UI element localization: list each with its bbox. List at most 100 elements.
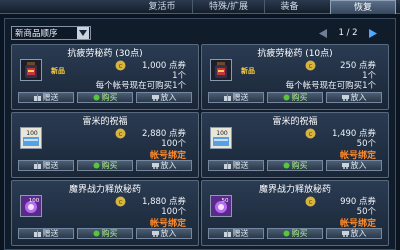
gift-icon [33, 94, 41, 101]
potion-icon[interactable] [210, 59, 232, 81]
item-card: 抗疲劳秘药 (10点) 新品 c 250 点券 1个 每个帐号现在可购买1个 赠… [201, 44, 389, 110]
chevron-down-icon[interactable] [77, 27, 89, 39]
buy-label: 购买 [291, 229, 308, 238]
gift-label: 赠送 [42, 93, 59, 102]
crystal-icon[interactable]: 50 [210, 195, 232, 217]
add-to-cart-button[interactable]: 放入 [136, 228, 192, 239]
icon-stack-count: 50 [222, 198, 229, 204]
svg-text:c: c [119, 198, 123, 206]
tab-equipment[interactable]: 装备 [264, 0, 314, 14]
add-label: 放入 [160, 229, 177, 238]
action-buttons: 赠送 购买 放入 [208, 160, 382, 171]
add-to-cart-button[interactable]: 放入 [326, 160, 382, 171]
gift-button[interactable]: 赠送 [18, 160, 74, 171]
buy-icon [93, 94, 99, 101]
prev-page-icon[interactable] [318, 28, 328, 38]
cash-coin-icon: c [305, 196, 316, 207]
cart-icon [151, 95, 159, 101]
cart-icon [151, 231, 159, 237]
buy-button[interactable]: 购买 [267, 92, 323, 103]
buy-button[interactable]: 购买 [77, 228, 133, 239]
add-to-cart-button[interactable]: 放入 [136, 160, 192, 171]
cart-icon [341, 95, 349, 101]
new-badge: 新品 [241, 67, 255, 75]
icon-stack-count: 100 [29, 198, 40, 204]
buy-icon [283, 94, 289, 101]
purchase-limit: 每个帐号现在可购买1个 [95, 81, 186, 91]
svg-text:c: c [309, 130, 313, 138]
scroll-icon[interactable]: 100 [20, 127, 42, 149]
buy-button[interactable]: 购买 [267, 228, 323, 239]
icon-stack-count: 100 [26, 130, 38, 137]
gift-button[interactable]: 赠送 [18, 92, 74, 103]
action-buttons: 赠送 购买 放入 [208, 228, 382, 239]
gift-label: 赠送 [232, 229, 249, 238]
add-label: 放入 [350, 229, 367, 238]
new-badge: 新品 [51, 67, 65, 75]
item-card: 魔界战力释放秘药 50 c 990 点券 50个 帐号绑定 赠送 购买 放入 [201, 180, 389, 246]
cart-icon [341, 231, 349, 237]
tab-special-expand[interactable]: 特殊/扩展 [192, 0, 264, 14]
add-to-cart-button[interactable]: 放入 [326, 228, 382, 239]
add-to-cart-button[interactable]: 放入 [326, 92, 382, 103]
buy-label: 购买 [291, 93, 308, 102]
page-indicator: 1 / 2 [338, 28, 358, 38]
buy-label: 购买 [291, 161, 308, 170]
buy-icon [93, 230, 99, 237]
add-label: 放入 [160, 161, 177, 170]
svg-text:c: c [119, 130, 123, 138]
cash-coin-icon: c [115, 60, 126, 71]
cash-coin-icon: c [305, 128, 316, 139]
category-tabbar: 复活币 特殊/扩展 装备 恢复 [0, 0, 400, 14]
sort-selected: 新商品顺序 [15, 29, 58, 39]
gift-icon [223, 94, 231, 101]
tab-recovery[interactable]: 恢复 [330, 0, 396, 14]
buy-label: 购买 [101, 93, 118, 102]
gift-icon [223, 230, 231, 237]
gift-label: 赠送 [232, 161, 249, 170]
buy-icon [93, 162, 99, 169]
cart-icon [151, 163, 159, 169]
icon-stack-count: 100 [216, 130, 228, 137]
cash-coin-icon: c [305, 60, 316, 71]
svg-text:c: c [119, 62, 123, 70]
sort-dropdown[interactable]: 新商品顺序 [11, 26, 91, 40]
cart-icon [341, 163, 349, 169]
buy-button[interactable]: 购买 [77, 160, 133, 171]
scroll-icon[interactable]: 100 [210, 127, 232, 149]
cash-coin-icon: c [115, 128, 126, 139]
potion-icon[interactable] [20, 59, 42, 81]
svg-text:c: c [309, 62, 313, 70]
next-page-icon[interactable] [368, 28, 378, 38]
pager: 1 / 2 [318, 27, 378, 39]
action-buttons: 赠送 购买 放入 [18, 92, 192, 103]
item-card: 雷米的祝福 100 c 2,880 点券 100个 帐号绑定 赠送 购买 放入 [11, 112, 199, 178]
item-card: 雷米的祝福 100 c 1,490 点券 50个 帐号绑定 赠送 购买 放入 [201, 112, 389, 178]
gift-icon [33, 162, 41, 169]
add-label: 放入 [160, 93, 177, 102]
cash-coin-icon: c [115, 196, 126, 207]
item-title: 雷米的祝福 [272, 117, 318, 127]
gift-button[interactable]: 赠送 [208, 228, 264, 239]
action-buttons: 赠送 购买 放入 [208, 92, 382, 103]
item-title: 魔界战力释放秘药 [258, 185, 331, 195]
action-buttons: 赠送 购买 放入 [18, 228, 192, 239]
gift-icon [223, 162, 231, 169]
buy-label: 购买 [101, 161, 118, 170]
svg-text:c: c [309, 198, 313, 206]
add-to-cart-button[interactable]: 放入 [136, 92, 192, 103]
crystal-icon[interactable]: 100 [20, 195, 42, 217]
buy-button[interactable]: 购买 [77, 92, 133, 103]
item-card: 抗疲劳秘药 (30点) 新品 c 1,000 点券 1个 每个帐号现在可购买1个… [11, 44, 199, 110]
item-card: 魔界战力释放秘药 100 c 1,880 点券 100个 帐号绑定 赠送 购买 … [11, 180, 199, 246]
buy-icon [283, 230, 289, 237]
gift-button[interactable]: 赠送 [18, 228, 74, 239]
gift-label: 赠送 [42, 161, 59, 170]
gift-icon [33, 230, 41, 237]
purchase-limit: 每个帐号现在可购买1个 [285, 81, 376, 91]
tab-revive-coin[interactable]: 复活币 [132, 0, 192, 14]
gift-button[interactable]: 赠送 [208, 160, 264, 171]
item-title: 雷米的祝福 [82, 117, 128, 127]
buy-button[interactable]: 购买 [267, 160, 323, 171]
gift-button[interactable]: 赠送 [208, 92, 264, 103]
